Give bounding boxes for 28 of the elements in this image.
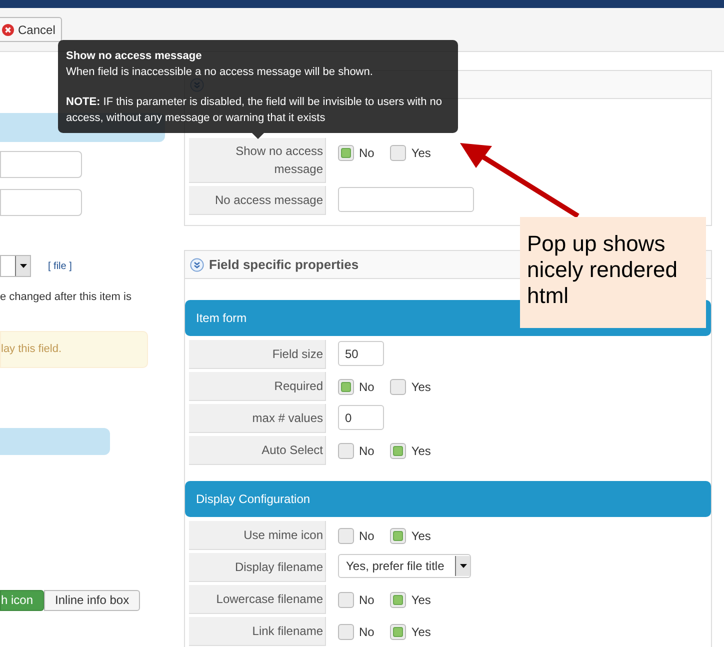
- option-label: Yes: [411, 443, 431, 460]
- tooltip-text: When field is inaccessible a no access message will be shown.: [66, 65, 374, 80]
- field-label: Auto Select: [189, 436, 326, 465]
- warning-box: lay this field.: [0, 330, 148, 368]
- option-label: No: [359, 624, 374, 641]
- option-label: No: [359, 379, 374, 396]
- option-label: No: [359, 443, 374, 460]
- tooltip-title: Show no access message: [66, 49, 203, 64]
- option-label: No: [359, 592, 374, 609]
- tooltip-note: NOTE: IF this parameter is disabled, the field will be invisible to users with no access, without any message or warning that it exists: [66, 95, 444, 126]
- option-label: No: [359, 528, 374, 545]
- option-label: Yes: [411, 592, 431, 609]
- field-label: Lowercase filename: [189, 585, 326, 614]
- option-label: Yes: [411, 145, 431, 162]
- field-label: max # values: [189, 404, 326, 433]
- field-label: Display filename: [189, 553, 326, 582]
- option-label: Yes: [411, 528, 431, 545]
- option-label: Yes: [411, 624, 431, 641]
- field-label: Field size: [189, 340, 326, 369]
- field-label: Required: [189, 372, 326, 401]
- option-label: Yes: [411, 379, 431, 396]
- option-label: No: [359, 145, 374, 162]
- field-label: Show no access message: [189, 138, 326, 183]
- field-label: Link filename: [189, 617, 326, 646]
- note-text: e changed after this item is: [0, 290, 132, 305]
- field-label: No access message: [189, 186, 326, 215]
- field-label: Use mime icon: [189, 521, 326, 550]
- annotation-tooltip: Pop up shows nicely rendered html: [520, 217, 706, 328]
